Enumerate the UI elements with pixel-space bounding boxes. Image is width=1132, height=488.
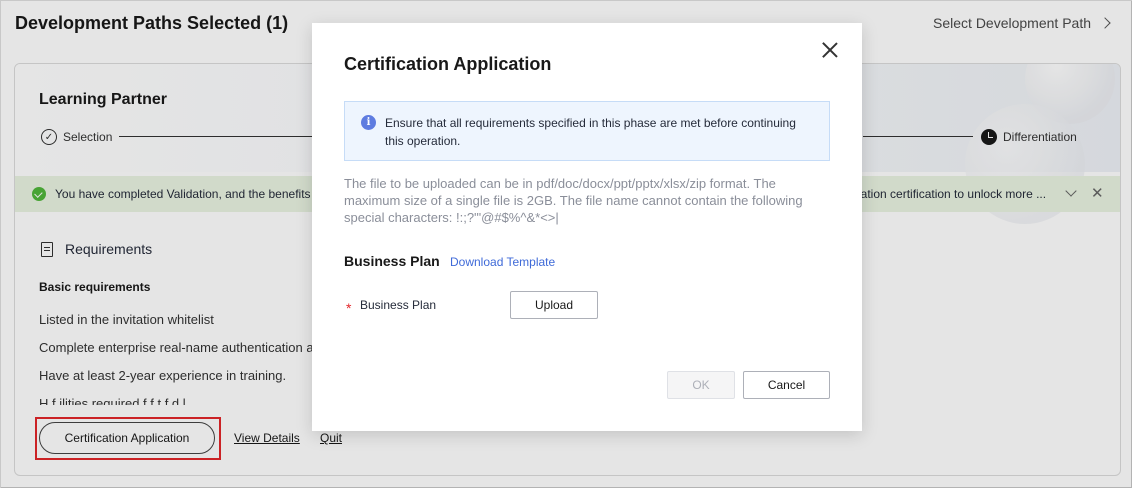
dialog-title: Certification Application xyxy=(344,54,552,74)
notice-text: Ensure that all requirements specified i… xyxy=(385,116,796,148)
close-icon[interactable] xyxy=(820,40,840,60)
certification-dialog: Certification Application i Ensure that … xyxy=(312,23,862,431)
download-template-link[interactable]: Download Template xyxy=(450,255,555,269)
info-icon: i xyxy=(361,115,376,130)
ok-button[interactable]: OK xyxy=(667,371,735,399)
window-frame: Development Paths Selected (1) Select De… xyxy=(0,0,1132,488)
upload-button[interactable]: Upload xyxy=(510,291,598,319)
info-notice: i Ensure that all requirements specified… xyxy=(344,101,830,161)
section-title: Business Plan xyxy=(344,253,440,269)
required-mark: * xyxy=(346,300,352,316)
upload-hint: The file to be uploaded can be in pdf/do… xyxy=(344,176,803,225)
business-plan-label: Business Plan xyxy=(360,298,437,312)
cancel-button[interactable]: Cancel xyxy=(743,371,830,399)
